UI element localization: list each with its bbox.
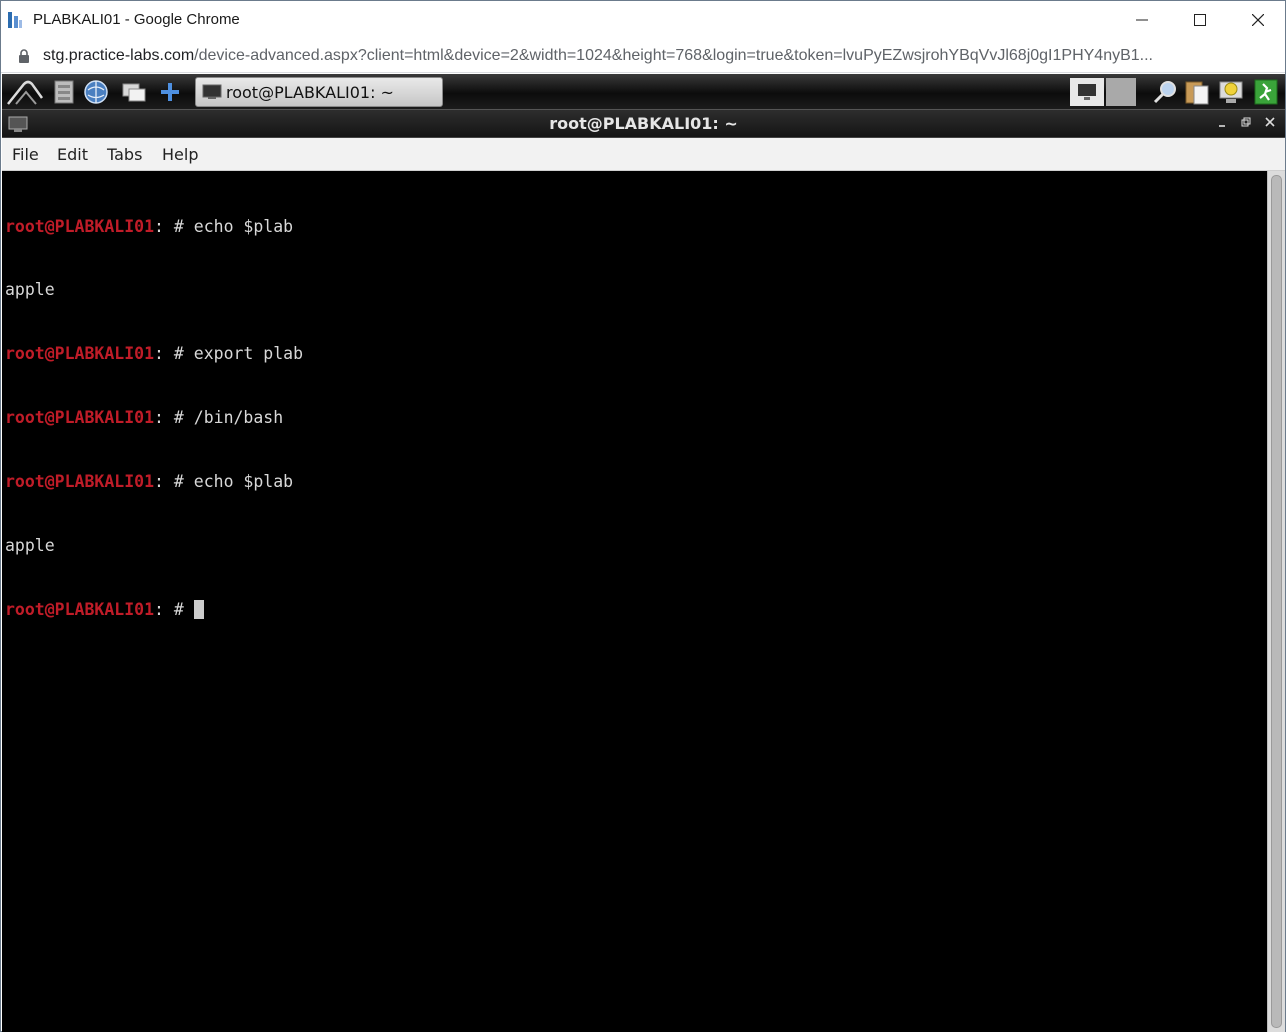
command-output: apple xyxy=(5,536,55,556)
close-icon xyxy=(1252,14,1264,26)
command-text: export plab xyxy=(193,344,304,364)
terminal-restore-button[interactable] xyxy=(1237,114,1255,132)
url-text[interactable]: stg.practice-labs.com/device-advanced.as… xyxy=(43,47,1273,65)
browser-window-title: PLABKALI01 - Google Chrome xyxy=(33,11,240,28)
terminal-line: apple xyxy=(5,535,1267,556)
terminal-menu-bar: File Edit Tabs Help xyxy=(2,138,1285,171)
minimize-icon xyxy=(1136,19,1148,21)
prompt-separator: : # xyxy=(154,344,194,364)
browser-title-bar: PLABKALI01 - Google Chrome xyxy=(1,1,1285,39)
menu-help[interactable]: Help xyxy=(162,145,198,164)
menu-tabs[interactable]: Tabs xyxy=(107,145,142,164)
close-button[interactable] xyxy=(1229,1,1286,39)
lock-icon[interactable] xyxy=(18,48,30,64)
taskbar-task-terminal[interactable]: root@PLABKALI01: ~ xyxy=(195,77,443,107)
scrollbar-thumb[interactable] xyxy=(1271,175,1282,1028)
close-icon xyxy=(1265,117,1275,127)
terminal-scrollbar[interactable] xyxy=(1267,171,1285,1032)
kali-menu-icon[interactable] xyxy=(6,78,44,106)
maximize-icon xyxy=(1194,14,1206,26)
command-output: apple xyxy=(5,280,55,300)
maximize-button[interactable] xyxy=(1171,1,1229,39)
text-cursor xyxy=(193,599,204,619)
terminal-line: apple xyxy=(5,279,1267,300)
prompt-host: root@PLABKALI01 xyxy=(5,472,155,492)
terminal-line: root@PLABKALI01: # echo $plab xyxy=(5,471,1267,492)
browser-globe-icon[interactable] xyxy=(82,78,110,106)
add-plus-icon[interactable] xyxy=(156,78,184,106)
prompt-separator: : # xyxy=(154,216,194,236)
terminal-minimize-button[interactable] xyxy=(1213,114,1231,132)
taskbar: root@PLABKALI01: ~ xyxy=(2,74,1285,110)
prompt-separator: : # xyxy=(154,472,194,492)
logout-exit-icon[interactable] xyxy=(1251,78,1281,106)
prompt-host: root@PLABKALI01 xyxy=(5,599,155,619)
terminal-icon xyxy=(202,84,222,99)
file-manager-icon[interactable] xyxy=(50,78,78,106)
browser-window: PLABKALI01 - Google Chrome stg.practice-… xyxy=(0,0,1286,1032)
prompt-host: root@PLABKALI01 xyxy=(5,408,155,428)
restore-icon xyxy=(1241,117,1251,127)
monitor-icon[interactable] xyxy=(1070,78,1104,106)
command-text: echo $plab xyxy=(193,472,294,492)
terminal-line: root@PLABKALI01: # echo $plab xyxy=(5,216,1267,237)
remote-desktop[interactable]: root@PLABKALI01: ~ root@PLABKALI01: ~ Fi… xyxy=(2,74,1285,1032)
terminal-console[interactable]: root@PLABKALI01: # echo $plab apple root… xyxy=(2,171,1267,1032)
terminal-window-title: root@PLABKALI01: ~ xyxy=(549,114,738,133)
menu-edit[interactable]: Edit xyxy=(57,145,88,164)
command-text: echo $plab xyxy=(193,216,294,236)
command-text: /bin/bash xyxy=(193,408,284,428)
prompt-separator: : # xyxy=(154,408,194,428)
clipboard-icon[interactable] xyxy=(1182,78,1212,106)
taskbar-task-label: root@PLABKALI01: ~ xyxy=(226,82,394,102)
practice-labs-app-icon xyxy=(8,12,22,28)
menu-file[interactable]: File xyxy=(12,145,39,164)
terminal-close-button[interactable] xyxy=(1261,114,1279,132)
terminal-line-active: root@PLABKALI01: # xyxy=(5,599,1267,620)
prompt-host: root@PLABKALI01 xyxy=(5,216,155,236)
terminal-line: root@PLABKALI01: # /bin/bash xyxy=(5,407,1267,428)
url-host: stg.practice-labs.com xyxy=(43,47,195,64)
url-path: /device-advanced.aspx?client=html&device… xyxy=(194,47,1153,64)
minimize-button[interactable] xyxy=(1113,1,1171,39)
address-bar[interactable]: stg.practice-labs.com/device-advanced.as… xyxy=(1,39,1285,73)
prompt-separator: : # xyxy=(154,599,194,619)
minimize-icon xyxy=(1219,125,1225,127)
terminal-title-bar: root@PLABKALI01: ~ xyxy=(2,110,1285,138)
search-magnifier-icon[interactable] xyxy=(1150,78,1180,106)
show-desktop-icon[interactable] xyxy=(120,78,148,106)
terminal-line: root@PLABKALI01: # export plab xyxy=(5,343,1267,364)
power-manager-icon[interactable] xyxy=(1216,78,1246,106)
blank-icon[interactable] xyxy=(1106,78,1136,106)
prompt-host: root@PLABKALI01 xyxy=(5,344,155,364)
